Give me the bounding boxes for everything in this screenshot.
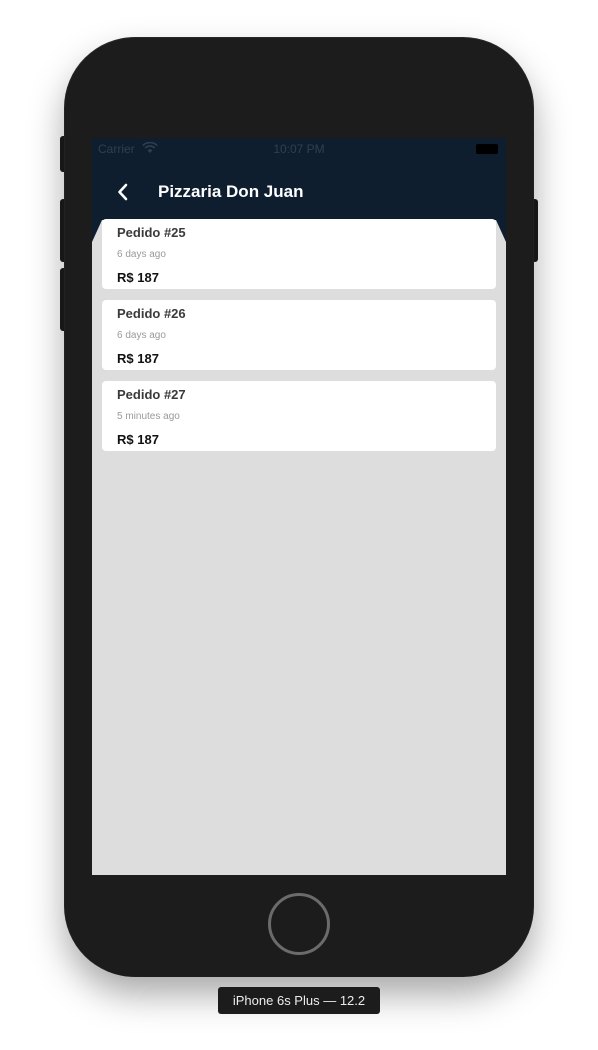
order-time: 6 days ago bbox=[117, 330, 166, 341]
order-title: Pedido #26 bbox=[117, 306, 186, 321]
order-card[interactable]: Pedido #26 6 days ago R$ 187 bbox=[102, 300, 496, 370]
device-label: iPhone 6s Plus — 12.2 bbox=[218, 987, 380, 1014]
order-time: 5 minutes ago bbox=[117, 411, 180, 422]
order-title: Pedido #25 bbox=[117, 225, 186, 240]
status-bar: Carrier 10:07 PM bbox=[92, 138, 506, 160]
page-title: Pizzaria Don Juan bbox=[158, 182, 304, 201]
order-price: R$ 187 bbox=[117, 351, 159, 366]
order-card[interactable]: Pedido #27 5 minutes ago R$ 187 bbox=[102, 381, 496, 451]
order-title: Pedido #27 bbox=[117, 387, 186, 402]
order-time: 6 days ago bbox=[117, 249, 166, 260]
chevron-left-icon[interactable] bbox=[116, 182, 130, 202]
order-list: Pedido #25 6 days ago R$ 187 Pedido #26 … bbox=[102, 219, 496, 462]
battery-icon bbox=[476, 144, 498, 154]
order-price: R$ 187 bbox=[117, 270, 159, 285]
nav-header: Carrier 10:07 PM Pizzaria Don Juan bbox=[92, 138, 506, 220]
header-wedge-right bbox=[496, 220, 506, 242]
app-screen: Carrier 10:07 PM Pizzaria Don Juan Pedid… bbox=[92, 138, 506, 875]
status-time: 10:07 PM bbox=[273, 142, 325, 156]
order-price: R$ 187 bbox=[117, 432, 159, 447]
header-wedge-left bbox=[92, 220, 102, 242]
home-button[interactable] bbox=[268, 893, 330, 955]
order-card[interactable]: Pedido #25 6 days ago R$ 187 bbox=[102, 219, 496, 289]
